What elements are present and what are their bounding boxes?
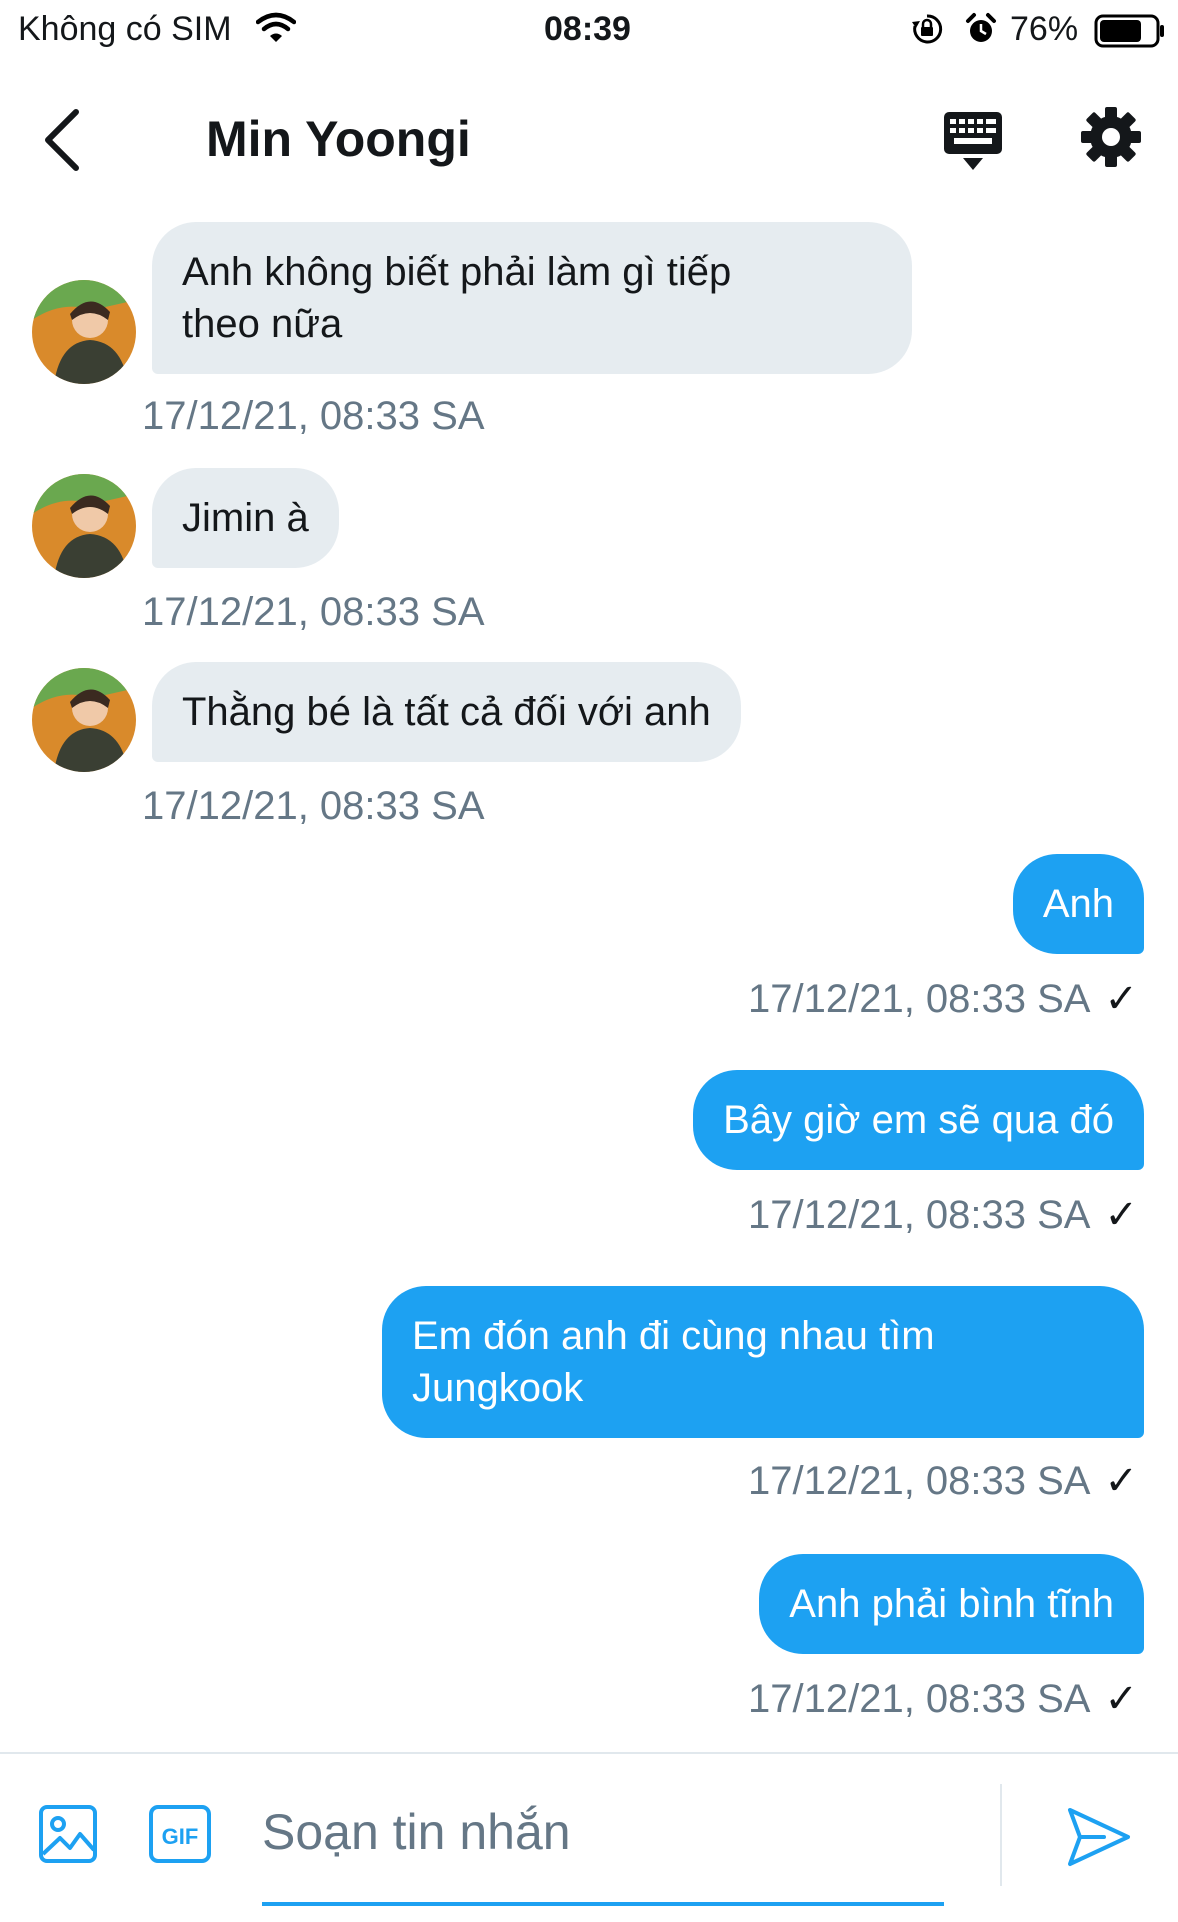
battery-percent: 76% (1010, 10, 1079, 48)
message-text: Jimin à (182, 496, 309, 540)
message-timestamp: 17/12/21, 08:33 SA (142, 784, 485, 828)
message-timestamp: 17/12/21, 08:33 SA (142, 394, 485, 438)
keyboard-toggle-button[interactable] (938, 106, 1008, 176)
message-timestamp: 17/12/21, 08:33 SA (747, 977, 1091, 1021)
carrier-label: Không có SIM (18, 10, 232, 48)
gif-icon: GIF (149, 1805, 211, 1863)
clock: 08:39 (544, 10, 631, 48)
status-bar: Không có SIM 08:39 76% (0, 0, 1178, 60)
message-meta: 17/12/21, 08:33 SA ✓ (748, 1458, 1138, 1504)
message-text: Bây giờ em sẽ qua đó (723, 1098, 1114, 1142)
send-icon (1068, 1808, 1130, 1866)
add-gif-button[interactable]: GIF (148, 1804, 212, 1864)
alarm-icon (964, 12, 998, 51)
rotation-lock-icon (910, 12, 944, 51)
message-bubble[interactable]: Jimin à (152, 468, 339, 568)
message-timestamp: 17/12/21, 08:33 SA (747, 1677, 1091, 1721)
message-bubble[interactable]: Bây giờ em sẽ qua đó (693, 1070, 1144, 1170)
avatar[interactable] (32, 280, 136, 384)
chat-header: Min Yoongi (0, 80, 1178, 200)
sent-check-icon: ✓ (1104, 977, 1138, 1021)
message-bubble[interactable]: Anh phải bình tĩnh (759, 1554, 1144, 1654)
avatar[interactable] (32, 474, 136, 578)
message-meta: 17/12/21, 08:33 SA ✓ (748, 1192, 1138, 1238)
chevron-left-icon (45, 109, 79, 171)
message-text: Em đón anh đi cùng nhau tìm (412, 1314, 935, 1358)
input-underline (262, 1902, 944, 1906)
gear-icon (1081, 107, 1141, 167)
message-timestamp: 17/12/21, 08:33 SA (142, 590, 485, 634)
message-text: Jungkook (412, 1366, 584, 1410)
message-input[interactable] (262, 1800, 942, 1864)
message-meta: 17/12/21, 08:33 SA ✓ (748, 976, 1138, 1022)
message-timestamp: 17/12/21, 08:33 SA (747, 1459, 1091, 1503)
send-button[interactable] (1064, 1802, 1134, 1872)
conversation-title: Min Yoongi (206, 111, 471, 167)
message-bubble[interactable]: Anh (1012, 854, 1144, 954)
message-bubble[interactable]: Em đón anh đi cùng nhau tìm Jungkook (382, 1286, 1144, 1438)
composer-divider (1000, 1784, 1002, 1886)
message-bubble[interactable]: Thằng bé là tất cả đối với anh (152, 662, 741, 762)
image-icon (39, 1805, 97, 1863)
sent-check-icon: ✓ (1104, 1193, 1138, 1237)
gif-label: GIF (162, 1824, 199, 1849)
sent-check-icon: ✓ (1104, 1459, 1138, 1503)
message-text: Thằng bé là tất cả đối với anh (182, 690, 711, 734)
avatar[interactable] (32, 668, 136, 772)
message-text: Anh không biết phải làm gì tiếp (182, 250, 732, 294)
message-text: theo nữa (182, 302, 343, 346)
message-composer: GIF (0, 1752, 1178, 1922)
settings-button[interactable] (1076, 102, 1146, 172)
sent-check-icon: ✓ (1104, 1677, 1138, 1721)
message-bubble[interactable]: Anh không biết phải làm gì tiếp theo nữa (152, 222, 912, 374)
keyboard-icon (944, 112, 1002, 170)
message-meta: 17/12/21, 08:33 SA ✓ (748, 1676, 1138, 1722)
wifi-icon (255, 12, 297, 49)
back-button[interactable] (36, 104, 96, 174)
add-image-button[interactable] (38, 1804, 98, 1864)
message-text: Anh phải bình tĩnh (789, 1582, 1114, 1626)
message-timestamp: 17/12/21, 08:33 SA (747, 1193, 1091, 1237)
battery-icon (1094, 14, 1166, 53)
message-text: Anh (1042, 882, 1114, 926)
